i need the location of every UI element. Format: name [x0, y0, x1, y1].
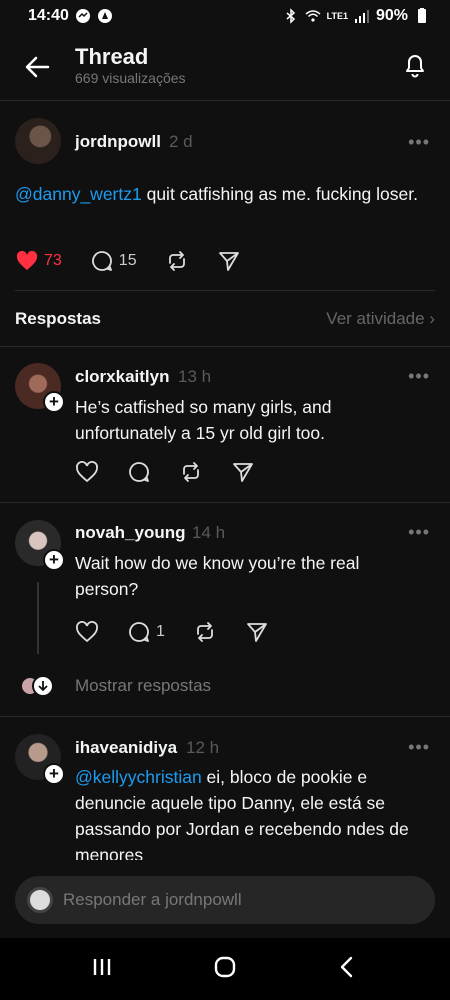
repost-icon [197, 622, 213, 642]
home-icon [214, 956, 236, 977]
reply-divider [0, 716, 450, 717]
post-body: quit catfishing as me. fucking loser. [141, 184, 418, 204]
replies-title: Respostas [15, 309, 101, 328]
send-icon [233, 463, 253, 482]
chevron-down-icon[interactable] [32, 675, 54, 697]
reply-time: 12 h [186, 738, 220, 757]
chevron-right-icon: › [429, 309, 435, 328]
wifi-icon [305, 10, 321, 22]
reply-time: 13 h [178, 367, 212, 386]
reply-placeholder: Responder a jordnpowll [63, 890, 242, 909]
header: Thread 669 visualizações [0, 32, 450, 100]
reply-username[interactable]: clorxkaitlyn [75, 367, 170, 387]
share-button[interactable] [231, 460, 255, 484]
messenger-icon [75, 9, 90, 23]
reply-actions: 1 [75, 620, 297, 644]
like-button[interactable]: 73 [15, 249, 62, 273]
post-username[interactable]: jordnpowll [75, 132, 161, 152]
comment-count: 15 [118, 252, 137, 269]
system-nav-bar [0, 938, 450, 1000]
heart-icon [76, 621, 98, 643]
comment-icon [129, 462, 149, 482]
view-activity-link[interactable]: Ver atividade › [326, 309, 435, 329]
battery-icon [418, 8, 426, 23]
follow-plus-icon[interactable]: + [43, 549, 65, 571]
reply-username[interactable]: ihaveanidiya [75, 738, 177, 758]
comment-button[interactable]: 15 [90, 249, 137, 273]
page-title: Thread [75, 44, 149, 69]
comment-icon [91, 251, 112, 271]
header-divider [0, 100, 450, 101]
post-divider [15, 290, 435, 291]
reply-mention[interactable]: @kellyychristian [75, 767, 202, 787]
back-arrow-icon[interactable] [22, 52, 52, 82]
back-chevron-icon [341, 956, 353, 977]
recents-icon [93, 958, 110, 975]
share-button[interactable] [217, 249, 241, 273]
like-button[interactable] [75, 620, 99, 644]
notification-icon [97, 9, 112, 23]
reply-text: He’s catfished so many girls, and unfort… [75, 397, 332, 443]
repost-icon [168, 251, 185, 271]
heart-icon [76, 461, 98, 483]
follow-plus-icon[interactable]: + [43, 763, 65, 785]
repost-button[interactable] [179, 460, 203, 484]
reply-actions [75, 460, 283, 484]
post-time: 2 d [169, 132, 193, 151]
recents-button[interactable] [89, 954, 115, 985]
more-options-icon[interactable]: ••• [408, 132, 430, 153]
post-mention[interactable]: @danny_wertz1 [15, 184, 142, 204]
reply-divider [0, 502, 450, 503]
comment-icon [129, 622, 149, 642]
share-button[interactable] [245, 620, 269, 644]
comment-count: 1 [156, 623, 165, 640]
bell-icon[interactable] [400, 50, 430, 80]
send-icon [218, 252, 239, 271]
repost-button[interactable] [193, 620, 217, 644]
repost-button[interactable] [165, 249, 189, 273]
avatar[interactable] [15, 118, 61, 164]
comment-button[interactable]: 1 [127, 620, 165, 644]
battery-percent: 90% [375, 7, 408, 24]
reply-username[interactable]: novah_young [75, 523, 186, 543]
comment-button[interactable] [127, 460, 151, 484]
like-count: 73 [44, 252, 62, 269]
more-options-icon[interactable]: ••• [408, 522, 430, 543]
reply-input[interactable]: Responder a jordnpowll [15, 876, 435, 924]
view-activity-label: Ver atividade [326, 309, 425, 328]
back-button[interactable] [335, 954, 361, 985]
follow-plus-icon[interactable]: + [43, 391, 65, 413]
signal-icon [354, 10, 369, 23]
home-button[interactable] [212, 954, 238, 985]
replies-divider [0, 346, 450, 347]
repost-icon [183, 462, 199, 482]
thread-line [37, 582, 39, 654]
heart-filled-icon [16, 250, 38, 270]
status-time: 14:40 [28, 7, 69, 24]
avatar [27, 887, 53, 913]
arrow-down-icon [38, 681, 48, 692]
more-options-icon[interactable]: ••• [408, 366, 430, 387]
network-label: LTE1 [326, 10, 348, 21]
reply-text: @kellyychristian ei, bloco de pookie e d… [75, 764, 435, 860]
reply-time: 14 h [192, 523, 226, 542]
status-bar: 14:40 LTE1 90% [0, 0, 450, 32]
send-icon [247, 623, 267, 642]
view-count: 669 visualizações [75, 70, 186, 86]
post-actions: 73 15 [15, 249, 269, 273]
like-button[interactable] [75, 460, 99, 484]
post-text: @danny_wertz1 quit catfishing as me. fuc… [15, 181, 435, 207]
replies-header: Respostas Ver atividade › [15, 300, 435, 338]
more-options-icon[interactable]: ••• [408, 737, 430, 758]
show-replies-link[interactable]: Mostrar respostas [75, 676, 211, 696]
reply-text: Wait how do we know you’re the real pers… [75, 553, 360, 599]
bluetooth-icon [286, 8, 295, 24]
status-right: LTE1 90% [283, 7, 430, 25]
status-left: 14:40 [28, 7, 113, 25]
